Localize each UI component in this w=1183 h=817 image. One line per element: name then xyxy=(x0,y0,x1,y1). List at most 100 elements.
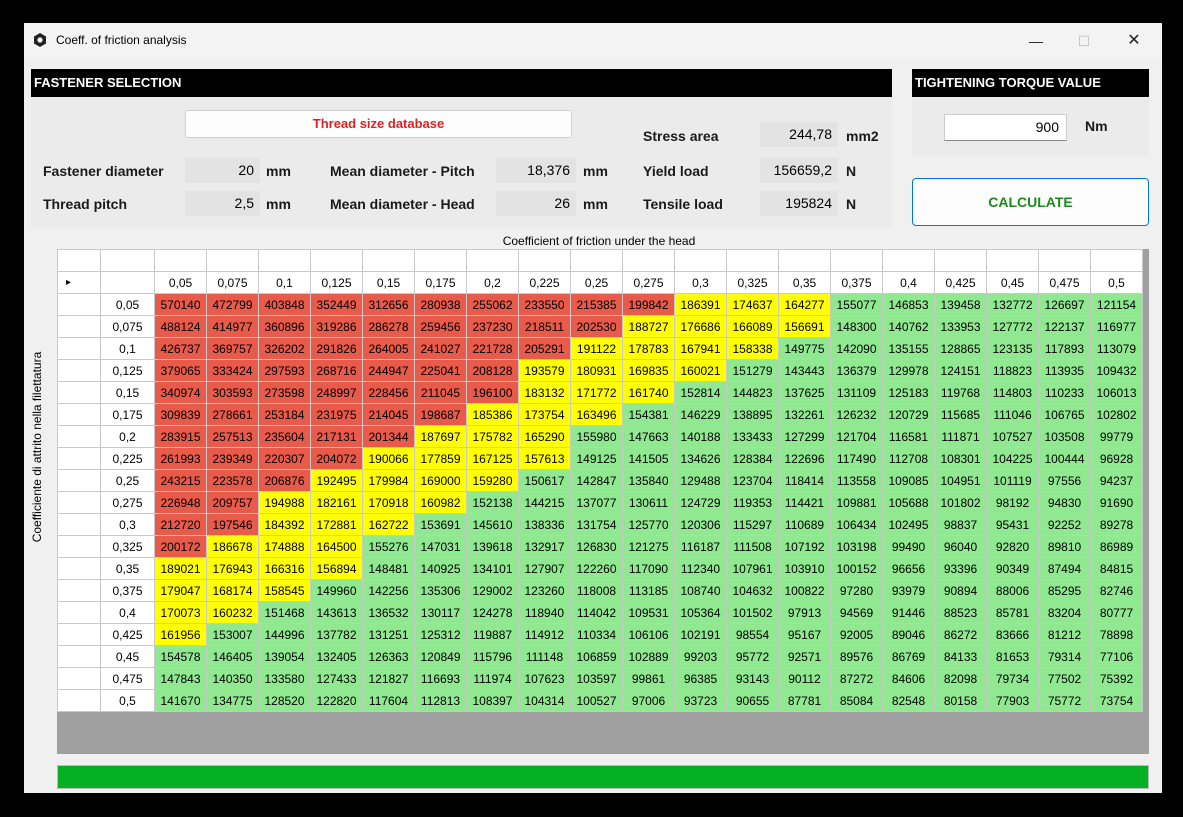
table-cell[interactable]: 217131 xyxy=(310,425,363,448)
table-row[interactable]: 0,5 141670 134775 128520 122820 117604 112813 1… xyxy=(57,689,1143,712)
yield-load-field[interactable]: 156659,2 xyxy=(760,158,838,183)
table-cell[interactable]: 177859 xyxy=(414,447,467,470)
table-cell[interactable]: 92005 xyxy=(830,623,883,646)
table-cell[interactable]: 107192 xyxy=(778,535,831,558)
table-cell[interactable]: 96040 xyxy=(934,535,987,558)
table-cell[interactable]: 120306 xyxy=(674,513,727,536)
calculate-button[interactable]: CALCULATE xyxy=(912,178,1149,226)
table-cell[interactable]: 261993 xyxy=(154,447,207,470)
table-cell[interactable]: 95431 xyxy=(986,513,1039,536)
table-row[interactable]: 0,3 212720 197546 184392 172881 162722 153691 1… xyxy=(57,513,1143,536)
table-cell[interactable]: 128520 xyxy=(258,689,311,712)
table-cell[interactable]: 124729 xyxy=(674,491,727,514)
table-cell[interactable]: 138336 xyxy=(518,513,571,536)
table-cell[interactable]: 142847 xyxy=(570,469,623,492)
table-cell[interactable]: 165290 xyxy=(518,425,571,448)
table-cell[interactable]: 99779 xyxy=(1090,425,1143,448)
table-cell[interactable]: 426737 xyxy=(154,337,207,360)
table-cell[interactable]: 204072 xyxy=(310,447,363,470)
table-cell[interactable]: 95167 xyxy=(778,623,831,646)
table-row[interactable]: 0,4 170073 160232 151468 143613 136532 130117 1… xyxy=(57,601,1143,624)
table-cell[interactable]: 162722 xyxy=(362,513,415,536)
table-cell[interactable]: 90112 xyxy=(778,667,831,690)
table-cell[interactable]: 160982 xyxy=(414,491,467,514)
table-cell[interactable]: 97280 xyxy=(830,579,883,602)
table-cell[interactable]: 90349 xyxy=(986,557,1039,580)
table-cell[interactable]: 92571 xyxy=(778,645,831,668)
table-cell[interactable]: 152138 xyxy=(466,491,519,514)
table-cell[interactable]: 93979 xyxy=(882,579,935,602)
table-cell[interactable]: 103508 xyxy=(1038,425,1091,448)
table-cell[interactable]: 161740 xyxy=(622,381,675,404)
table-cell[interactable]: 128865 xyxy=(934,337,987,360)
table-cell[interactable]: 98554 xyxy=(726,623,779,646)
table-cell[interactable]: 132772 xyxy=(986,293,1039,316)
table-cell[interactable]: 178783 xyxy=(622,337,675,360)
table-cell[interactable]: 107527 xyxy=(986,425,1039,448)
table-cell[interactable]: 126232 xyxy=(830,403,883,426)
table-row[interactable]: 0,175 309839 278661 253184 231975 214045 19868… xyxy=(57,403,1143,426)
table-cell[interactable]: 151279 xyxy=(726,359,779,382)
table-cell[interactable]: 200172 xyxy=(154,535,207,558)
table-cell[interactable]: 179047 xyxy=(154,579,207,602)
table-row[interactable]: 0,425 161956 153007 144996 137782 131251 12531… xyxy=(57,623,1143,646)
table-cell[interactable]: 231975 xyxy=(310,403,363,426)
table-row[interactable]: 0,1 426737 369757 326202 291826 264005 241027 2… xyxy=(57,337,1143,360)
table-cell[interactable]: 319286 xyxy=(310,315,363,338)
table-cell[interactable]: 197546 xyxy=(206,513,259,536)
table-cell[interactable]: 198687 xyxy=(414,403,467,426)
table-cell[interactable]: 109531 xyxy=(622,601,675,624)
table-cell[interactable]: 114421 xyxy=(778,491,831,514)
table-cell[interactable]: 133580 xyxy=(258,667,311,690)
table-cell[interactable]: 104314 xyxy=(518,689,571,712)
table-cell[interactable]: 243215 xyxy=(154,469,207,492)
table-cell[interactable]: 225041 xyxy=(414,359,467,382)
table-cell[interactable]: 101119 xyxy=(986,469,1039,492)
table-row[interactable]: 0,075 488124 414977 360896 319286 286278 25945… xyxy=(57,315,1143,338)
table-cell[interactable]: 182161 xyxy=(310,491,363,514)
table-cell[interactable]: 403848 xyxy=(258,293,311,316)
table-cell[interactable]: 103198 xyxy=(830,535,883,558)
table-cell[interactable]: 140188 xyxy=(674,425,727,448)
results-grid[interactable]: ▸ 0,05 0,075 0,1 0,125 0,15 0,175 0,2 0,225 0,25 0… xyxy=(57,249,1149,754)
table-cell[interactable]: 176686 xyxy=(674,315,727,338)
table-cell[interactable]: 104225 xyxy=(986,447,1039,470)
table-cell[interactable]: 155980 xyxy=(570,425,623,448)
table-cell[interactable]: 175782 xyxy=(466,425,519,448)
table-cell[interactable]: 212720 xyxy=(154,513,207,536)
table-cell[interactable]: 146229 xyxy=(674,403,727,426)
table-cell[interactable]: 127299 xyxy=(778,425,831,448)
table-cell[interactable]: 253184 xyxy=(258,403,311,426)
table-cell[interactable]: 488124 xyxy=(154,315,207,338)
table-cell[interactable]: 206876 xyxy=(258,469,311,492)
table-cell[interactable]: 114803 xyxy=(986,381,1039,404)
table-cell[interactable]: 189021 xyxy=(154,557,207,580)
table-cell[interactable]: 133433 xyxy=(726,425,779,448)
table-cell[interactable]: 124278 xyxy=(466,601,519,624)
table-cell[interactable]: 116977 xyxy=(1090,315,1143,338)
table-cell[interactable]: 88523 xyxy=(934,601,987,624)
table-cell[interactable]: 87781 xyxy=(778,689,831,712)
table-cell[interactable]: 235604 xyxy=(258,425,311,448)
table-cell[interactable]: 291826 xyxy=(310,337,363,360)
stress-area-field[interactable]: 244,78 xyxy=(760,122,838,147)
table-cell[interactable]: 144215 xyxy=(518,491,571,514)
table-cell[interactable]: 153691 xyxy=(414,513,467,536)
table-cell[interactable]: 89046 xyxy=(882,623,935,646)
table-cell[interactable]: 92252 xyxy=(1038,513,1091,536)
table-cell[interactable]: 111871 xyxy=(934,425,987,448)
table-cell[interactable]: 161956 xyxy=(154,623,207,646)
table-cell[interactable]: 140762 xyxy=(882,315,935,338)
table-row[interactable]: 0,375 179047 168174 158545 149960 142256 13530… xyxy=(57,579,1143,602)
table-cell[interactable]: 121275 xyxy=(622,535,675,558)
table-cell[interactable]: 131251 xyxy=(362,623,415,646)
table-cell[interactable]: 137077 xyxy=(570,491,623,514)
table-cell[interactable]: 79314 xyxy=(1038,645,1091,668)
table-cell[interactable]: 139458 xyxy=(934,293,987,316)
fastener-diameter-field[interactable]: 20 xyxy=(185,158,260,183)
table-cell[interactable]: 139618 xyxy=(466,535,519,558)
table-row[interactable]: 0,125 379065 333424 297593 268716 244947 22504… xyxy=(57,359,1143,382)
table-cell[interactable]: 205291 xyxy=(518,337,571,360)
table-cell[interactable]: 81653 xyxy=(986,645,1039,668)
table-cell[interactable]: 117604 xyxy=(362,689,415,712)
